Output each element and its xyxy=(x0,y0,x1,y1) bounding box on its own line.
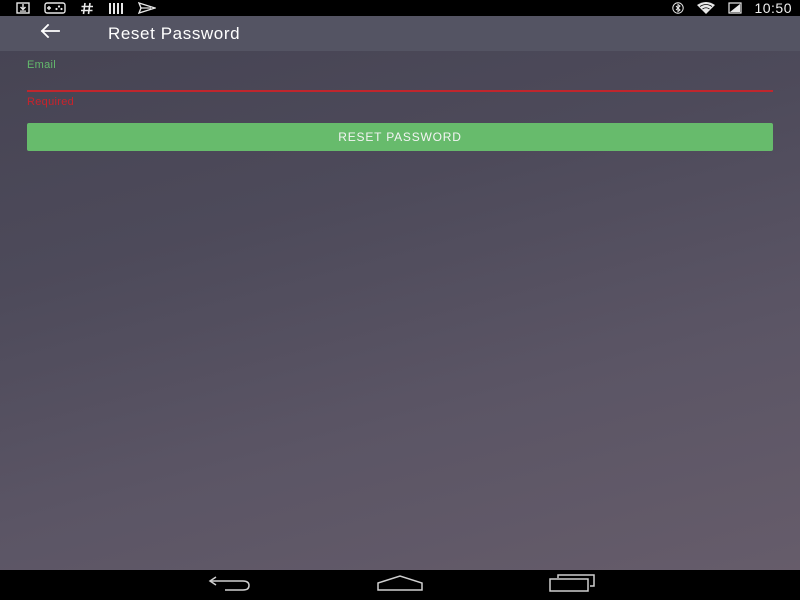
nav-back-icon xyxy=(205,575,253,596)
email-field-underline xyxy=(27,90,773,92)
download-icon xyxy=(16,0,30,16)
email-label: Email xyxy=(27,59,57,71)
battery-icon xyxy=(728,0,743,16)
system-icons: 10:50 xyxy=(672,0,800,16)
back-button[interactable] xyxy=(30,16,70,51)
notification-icons xyxy=(0,0,156,16)
nav-recents-button[interactable] xyxy=(542,570,602,600)
wifi-icon xyxy=(696,0,716,16)
hashtag-icon xyxy=(80,0,94,16)
bluetooth-icon xyxy=(672,0,685,16)
nav-recents-icon xyxy=(548,573,596,597)
reset-password-button[interactable]: RESET PASSWORD xyxy=(27,123,773,151)
game-controller-icon xyxy=(44,0,66,16)
email-field[interactable] xyxy=(27,73,773,91)
barcode-icon xyxy=(108,0,124,16)
nav-back-button[interactable] xyxy=(199,570,259,600)
email-error-message: Required xyxy=(27,96,75,108)
page-title: Reset Password xyxy=(108,23,241,43)
nav-home-icon xyxy=(375,574,425,596)
reset-password-screen: 10:50 Reset Password Email Required RESE… xyxy=(0,0,800,600)
nav-home-button[interactable] xyxy=(370,570,430,600)
status-bar: 10:50 xyxy=(0,0,800,16)
clock: 10:50 xyxy=(754,0,792,16)
paper-plane-icon xyxy=(138,0,156,16)
navigation-bar xyxy=(0,570,800,600)
arrow-left-icon xyxy=(40,23,60,43)
app-bar: Reset Password xyxy=(0,16,800,51)
